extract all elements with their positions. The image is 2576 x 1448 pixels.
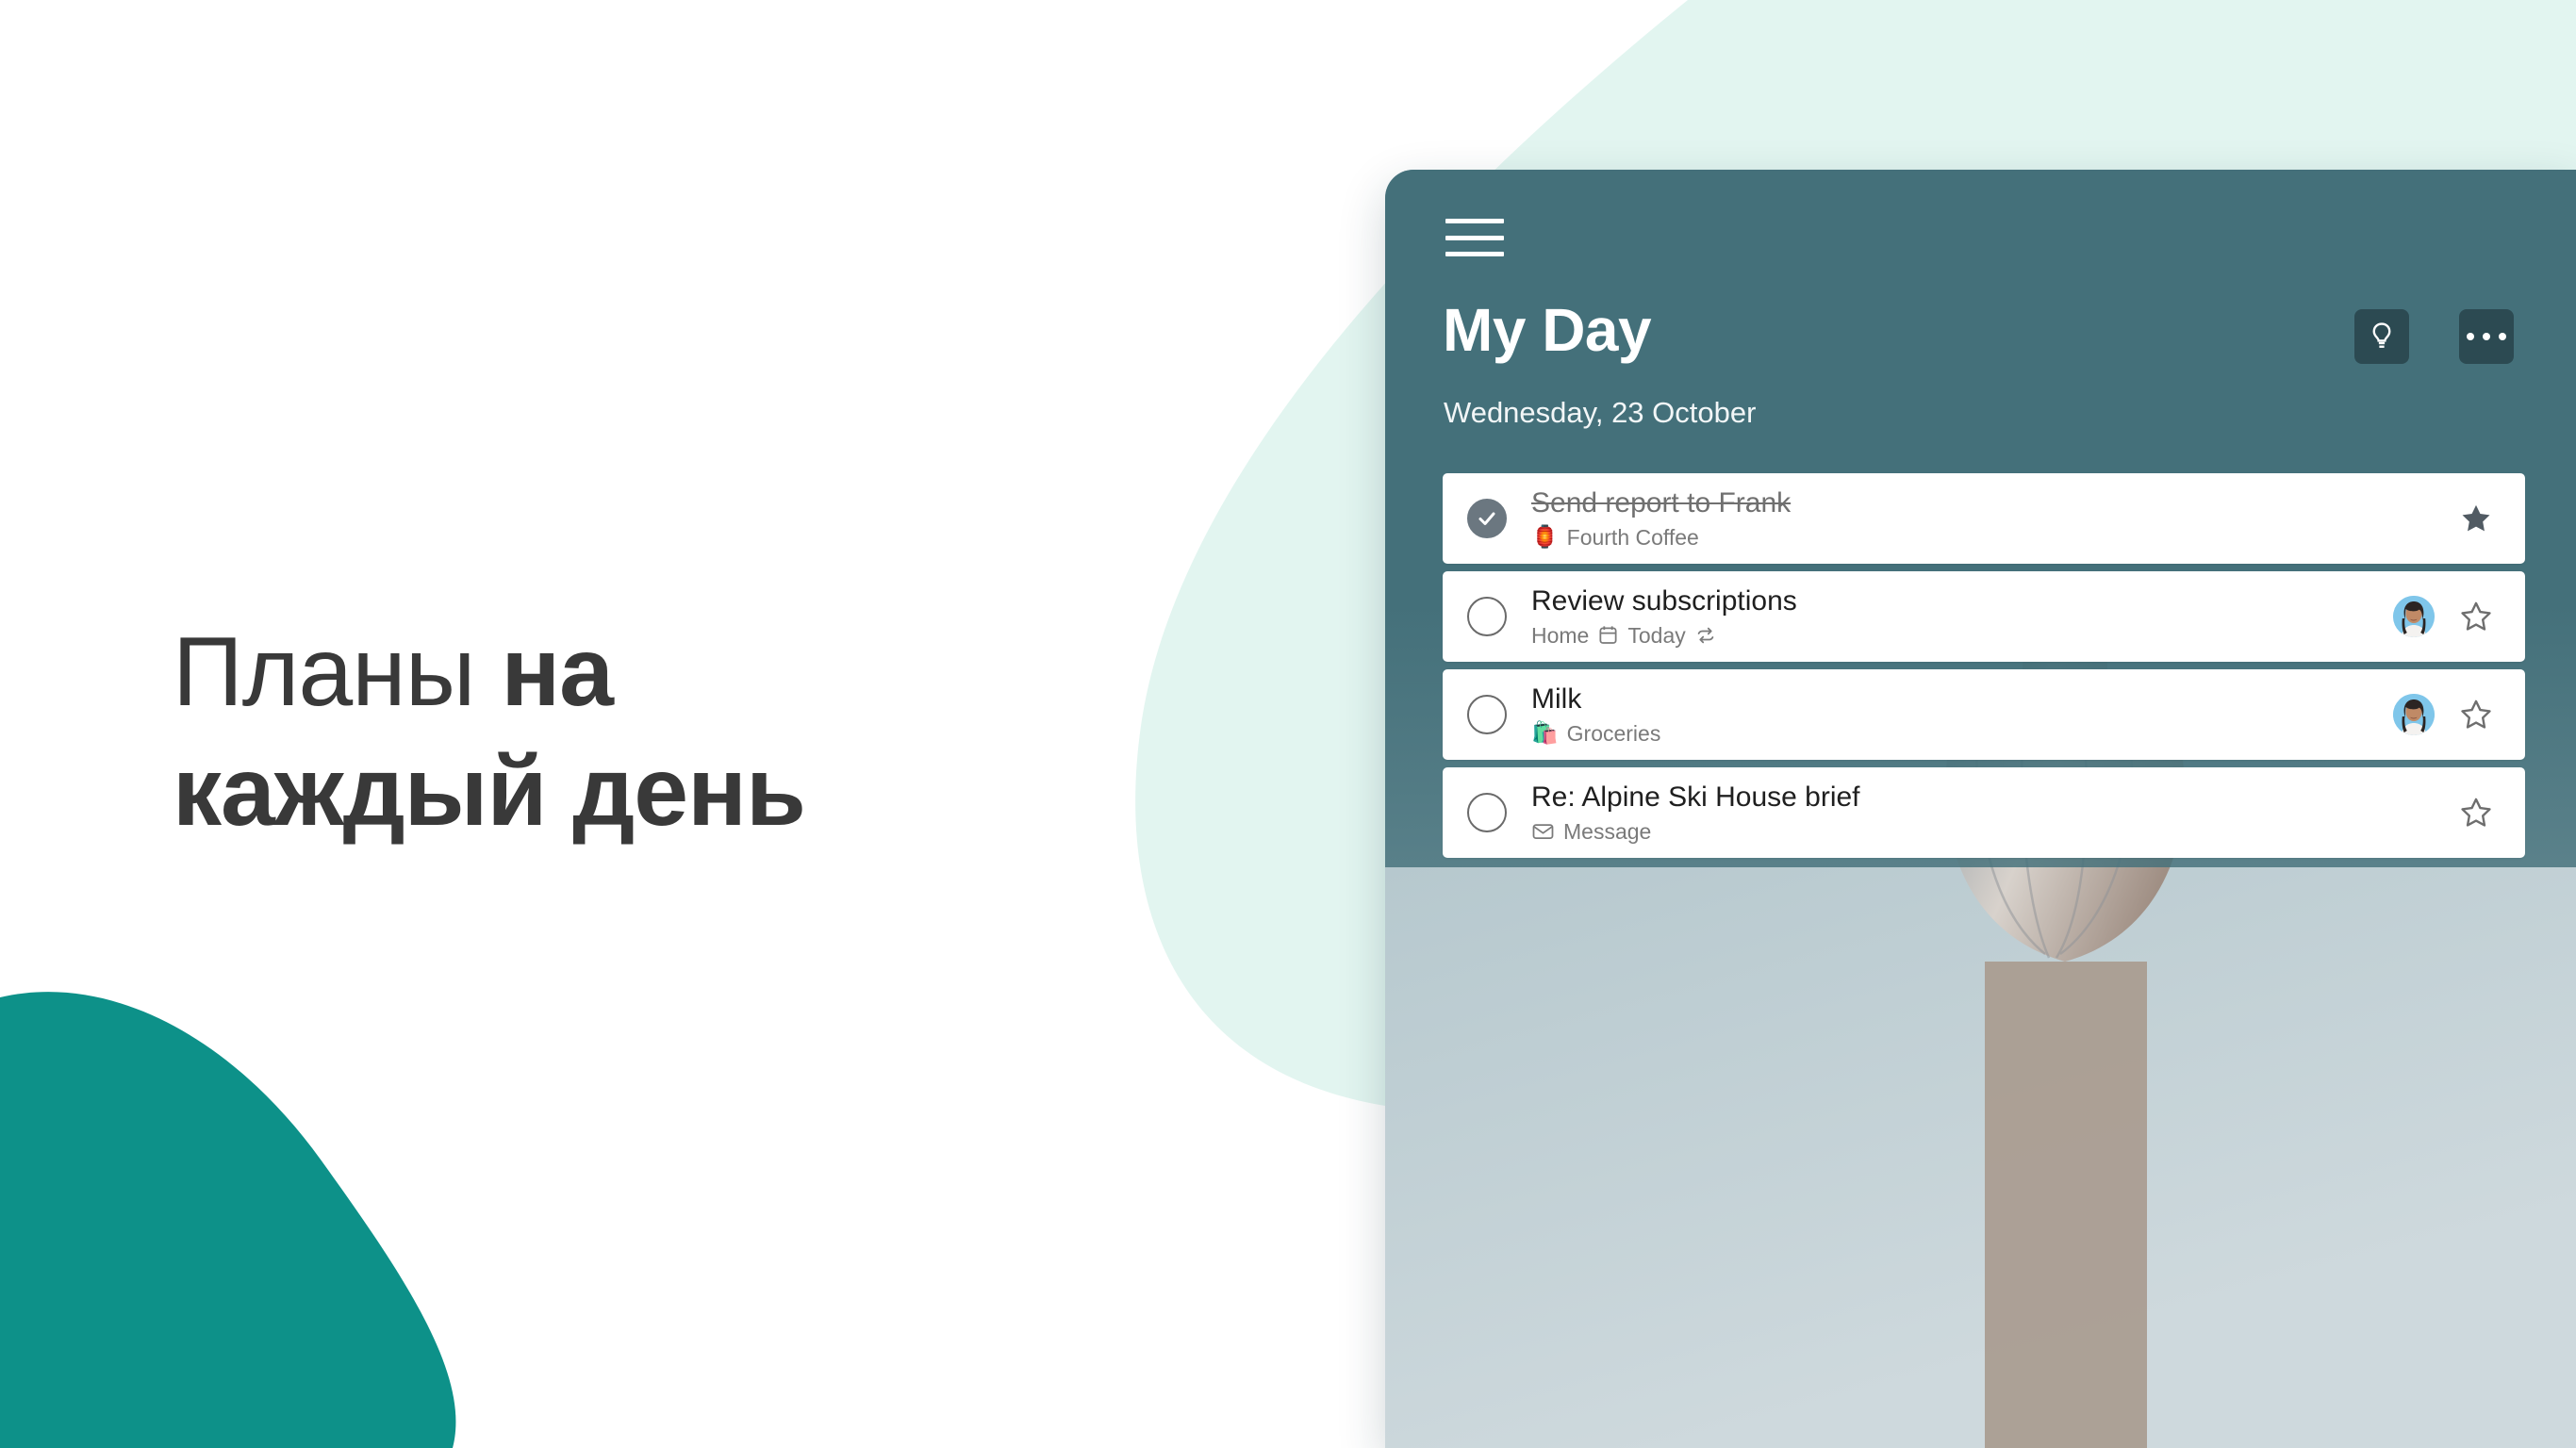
hamburger-bar xyxy=(1445,219,1504,223)
task-source-type: Message xyxy=(1563,818,1652,844)
task-list-name: Fourth Coffee xyxy=(1566,524,1699,550)
hamburger-icon[interactable] xyxy=(1445,216,1504,259)
repeat-icon xyxy=(1694,624,1717,647)
star-filled-icon[interactable] xyxy=(2459,502,2493,535)
task-meta: 🛍️ Groceries xyxy=(1531,721,2378,746)
task-checkbox-completed[interactable] xyxy=(1467,499,1507,538)
page-subtitle-date: Wednesday, 23 October xyxy=(1444,396,1757,429)
page-headline: Планы на каждый день xyxy=(173,613,1115,852)
headline-light-part: Планы xyxy=(173,617,502,727)
task-actions xyxy=(2459,502,2493,535)
star-outline-icon[interactable] xyxy=(2459,796,2493,830)
more-options-icon xyxy=(2467,333,2506,340)
task-content: Send report to Frank 🏮 Fourth Coffee xyxy=(1531,487,2444,550)
task-meta: Message xyxy=(1531,819,2444,844)
task-meta: 🏮 Fourth Coffee xyxy=(1531,525,2444,550)
task-due-date: Today xyxy=(1627,622,1686,648)
task-checkbox[interactable] xyxy=(1467,793,1507,832)
calendar-icon xyxy=(1597,624,1619,647)
lightbulb-icon xyxy=(2372,322,2391,348)
avatar-photo xyxy=(2393,694,2435,735)
avatar xyxy=(2393,596,2435,637)
more-options-button[interactable] xyxy=(2459,309,2514,364)
headline-bold-part-1: на xyxy=(501,617,614,727)
check-icon xyxy=(1478,512,1495,525)
shopping-bags-emoji: 🛍️ xyxy=(1531,720,1559,746)
task-content: Milk 🛍️ Groceries xyxy=(1531,683,2378,746)
envelope-icon xyxy=(1531,821,1555,842)
dot xyxy=(2467,333,2474,340)
task-title: Send report to Frank xyxy=(1531,487,1792,519)
task-list-name: Groceries xyxy=(1566,720,1661,746)
star-outline-icon[interactable] xyxy=(2459,600,2493,634)
task-title: Review subscriptions xyxy=(1531,585,1797,617)
task-content: Re: Alpine Ski House brief Message xyxy=(1531,782,2444,844)
task-title: Re: Alpine Ski House brief xyxy=(1531,782,1860,814)
task-checkbox[interactable] xyxy=(1467,695,1507,734)
task-actions xyxy=(2393,596,2493,637)
task-row[interactable]: Send report to Frank 🏮 Fourth Coffee xyxy=(1443,473,2525,564)
task-checkbox[interactable] xyxy=(1467,597,1507,636)
avatar-photo xyxy=(2393,596,2435,637)
task-list: Send report to Frank 🏮 Fourth Coffee Rev… xyxy=(1443,473,2525,865)
page-title: My Day xyxy=(1443,296,1652,364)
headline-bold-part-2: каждый день xyxy=(173,736,806,847)
task-row[interactable]: Re: Alpine Ski House brief Message xyxy=(1443,767,2525,858)
avatar xyxy=(2393,694,2435,735)
task-title: Milk xyxy=(1531,683,1582,716)
dot xyxy=(2499,333,2506,340)
task-row[interactable]: Review subscriptions Home Today xyxy=(1443,571,2525,662)
hamburger-bar xyxy=(1445,235,1504,240)
coffee-cup-emoji: 🏮 xyxy=(1531,524,1559,550)
suggestions-button[interactable] xyxy=(2354,309,2409,364)
task-content: Review subscriptions Home Today xyxy=(1531,585,2378,648)
star-outline-icon[interactable] xyxy=(2459,698,2493,732)
dot xyxy=(2483,333,2490,340)
task-meta: Home Today xyxy=(1531,623,2378,648)
task-actions xyxy=(2393,694,2493,735)
hamburger-bar xyxy=(1445,252,1504,256)
task-actions xyxy=(2459,796,2493,830)
task-row[interactable]: Milk 🛍️ Groceries xyxy=(1443,669,2525,760)
task-list-name: Home xyxy=(1531,622,1590,648)
